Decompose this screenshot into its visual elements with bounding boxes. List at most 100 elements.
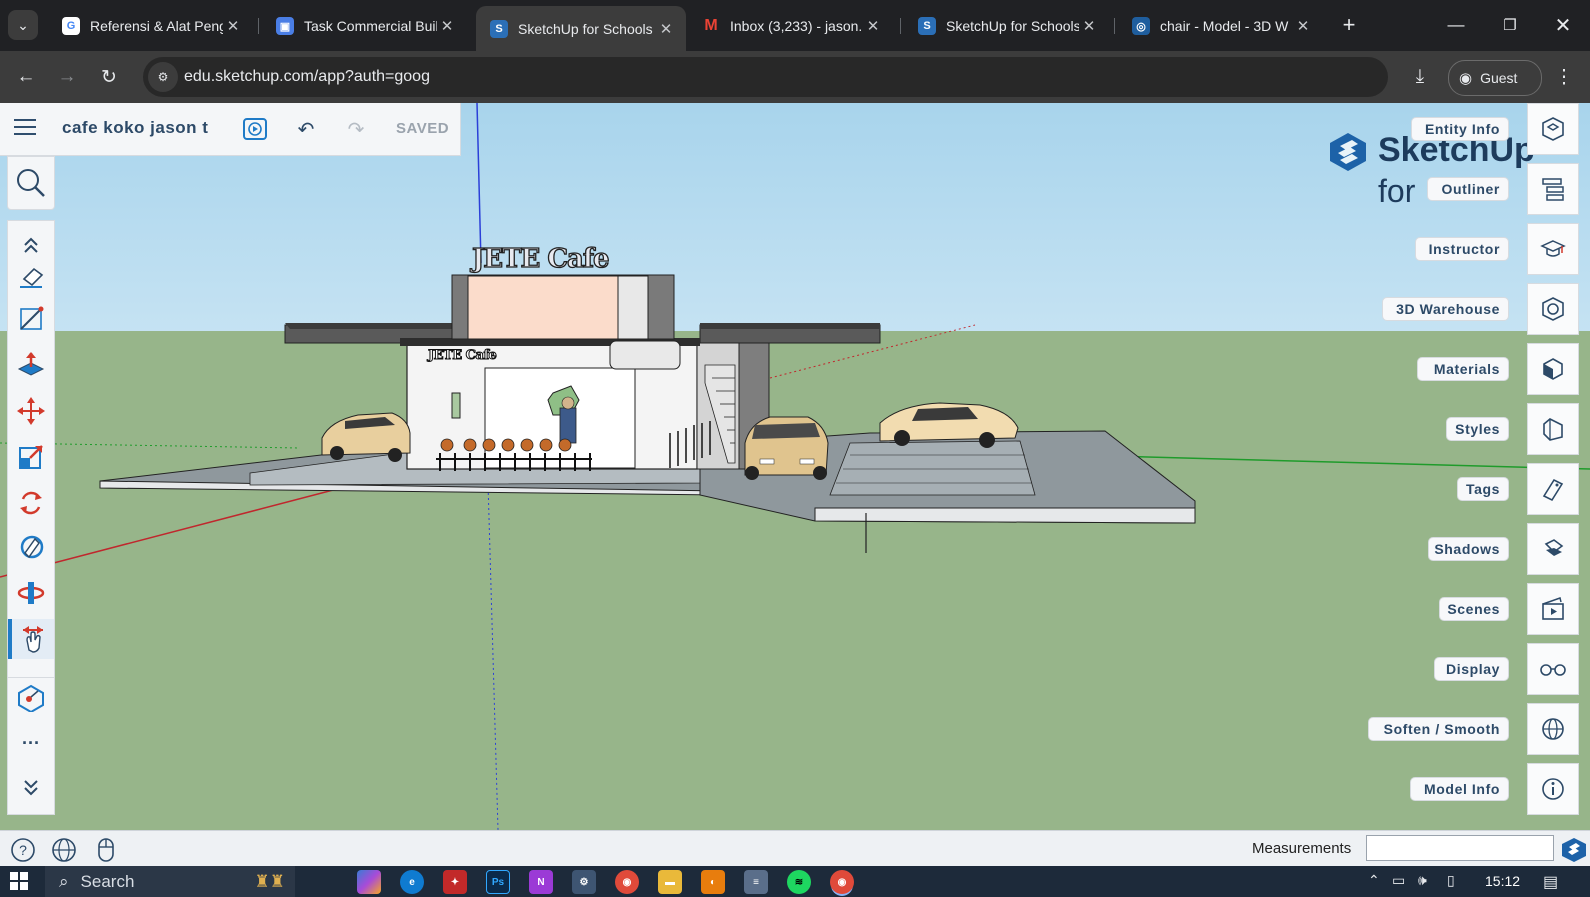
browser-tab[interactable]: ▣ Task Commercial Buil ✕ xyxy=(262,8,467,44)
notepad-icon[interactable]: ≡ xyxy=(744,870,768,894)
back-icon[interactable]: ← xyxy=(11,62,41,92)
browser-tab-active[interactable]: S SketchUp for Schools ✕ xyxy=(476,6,686,51)
site-info-icon[interactable]: ⚙ xyxy=(148,62,178,92)
line-tool-icon[interactable] xyxy=(8,299,54,339)
hamburger-menu-icon[interactable] xyxy=(14,119,36,137)
model-scene xyxy=(0,103,1590,830)
push-pull-icon[interactable] xyxy=(8,345,54,385)
entity-info-icon[interactable] xyxy=(1527,103,1579,155)
edge-icon[interactable]: e xyxy=(400,870,424,894)
address-bar[interactable]: ⚙ edu.sketchup.com/app?auth=goog xyxy=(143,57,1388,97)
model-info-icon[interactable] xyxy=(1527,763,1579,815)
materials-icon[interactable] xyxy=(1527,343,1579,395)
app-icon[interactable]: ✦ xyxy=(443,870,467,894)
instructor-icon[interactable] xyxy=(1527,223,1579,275)
sketchup-icon: S xyxy=(918,17,936,35)
expand-down-icon[interactable] xyxy=(8,767,54,807)
panel-label-scenes[interactable]: Scenes xyxy=(1439,597,1509,621)
search-icon: ⌕ xyxy=(59,871,69,891)
browser-tab[interactable]: M Inbox (3,233) - jason. ✕ xyxy=(688,8,893,44)
styles-icon[interactable] xyxy=(1527,403,1579,455)
minimize-icon[interactable]: — xyxy=(1436,10,1476,40)
chrome-icon[interactable]: ◉ xyxy=(615,870,639,894)
panel-label-entity-info[interactable]: Entity Info xyxy=(1411,117,1509,141)
profile-button[interactable]: ◉ Guest xyxy=(1448,60,1542,96)
panel-label-materials[interactable]: Materials xyxy=(1417,357,1509,381)
volume-icon[interactable]: 🕪 xyxy=(1418,872,1427,889)
panel-label-styles[interactable]: Styles xyxy=(1446,417,1509,441)
spotify-icon[interactable]: ≋ xyxy=(787,870,811,894)
tab-close-icon[interactable]: ✕ xyxy=(437,17,457,35)
soften-smooth-icon[interactable] xyxy=(1527,703,1579,755)
model-viewport[interactable]: JETE Cafe JETE Cafe SketchUp for cafe ko… xyxy=(0,103,1590,830)
tray-chevron-icon[interactable]: ⌃ xyxy=(1368,872,1380,889)
browser-menu-icon[interactable]: ⋮ xyxy=(1549,62,1579,92)
browser-tab[interactable]: ◎ chair - Model - 3D W ✕ xyxy=(1118,8,1323,44)
scale-tool-icon[interactable] xyxy=(8,437,54,477)
scenes-icon[interactable] xyxy=(1527,583,1579,635)
more-tools-icon[interactable]: ··· xyxy=(8,723,54,763)
new-tab-button[interactable]: + xyxy=(1329,10,1369,40)
tab-close-icon[interactable]: ✕ xyxy=(1079,17,1099,35)
model-name[interactable]: cafe koko jason t xyxy=(62,118,208,138)
file-explorer-icon[interactable]: ▬ xyxy=(658,870,682,894)
tab-search-chevron-icon[interactable]: ⌄ xyxy=(8,10,38,40)
tape-measure-icon[interactable] xyxy=(8,677,54,718)
copilot-icon[interactable] xyxy=(357,870,381,894)
3d-warehouse-icon: ◎ xyxy=(1132,17,1150,35)
outliner-icon[interactable] xyxy=(1527,163,1579,215)
car-center xyxy=(744,416,829,480)
undo-icon[interactable]: ↶ xyxy=(292,116,320,142)
notification-icon[interactable]: ▤ xyxy=(1543,872,1558,892)
globe-icon[interactable] xyxy=(50,836,78,864)
battery-icon[interactable]: ▯ xyxy=(1447,872,1455,889)
onenote-icon[interactable]: N xyxy=(529,870,553,894)
tab-close-icon[interactable]: ✕ xyxy=(223,17,243,35)
search-tool-button[interactable] xyxy=(7,156,55,210)
browser-tab[interactable]: S SketchUp for Schools ✕ xyxy=(904,8,1109,44)
photoshop-icon[interactable]: Ps xyxy=(486,870,510,894)
orbit-tool-icon[interactable] xyxy=(8,573,54,613)
blender-icon[interactable]: ◐ xyxy=(701,870,725,894)
panel-label-soften-smooth[interactable]: Soften / Smooth xyxy=(1368,717,1509,741)
settings-icon[interactable]: ⚙ xyxy=(572,870,596,894)
cafe-sign-facade: JETE Cafe xyxy=(427,348,497,364)
shadows-icon[interactable] xyxy=(1527,523,1579,575)
panel-label-outliner[interactable]: Outliner xyxy=(1427,177,1509,201)
chrome-active-icon[interactable]: ◉ xyxy=(830,870,854,894)
display-icon[interactable] xyxy=(1527,643,1579,695)
tab-title: Inbox (3,233) - jason. xyxy=(730,18,863,34)
reload-icon[interactable]: ↻ xyxy=(94,62,124,92)
presentation-play-icon[interactable] xyxy=(241,116,269,142)
panel-label-tags[interactable]: Tags xyxy=(1457,477,1509,501)
cafe-sign-rooftop: JETE Cafe xyxy=(471,243,610,274)
help-icon[interactable]: ? xyxy=(9,836,37,864)
restore-icon[interactable]: ❐ xyxy=(1490,10,1530,40)
tab-close-icon[interactable]: ✕ xyxy=(656,20,676,38)
tab-close-icon[interactable]: ✕ xyxy=(1293,17,1313,35)
windows-start-icon[interactable] xyxy=(10,872,28,890)
network-icon[interactable]: ▭ xyxy=(1392,872,1405,889)
rotate-tool-icon[interactable] xyxy=(8,483,54,523)
close-window-icon[interactable]: ✕ xyxy=(1543,10,1583,40)
measurements-input[interactable] xyxy=(1366,835,1554,861)
panel-label-model-info[interactable]: Model Info xyxy=(1410,777,1509,801)
browser-tab[interactable]: G Referensi & Alat Peng ✕ xyxy=(48,8,253,44)
paint-bucket-icon[interactable] xyxy=(8,527,54,567)
panel-label-instructor[interactable]: Instructor xyxy=(1415,237,1509,261)
redo-icon[interactable]: ↷ xyxy=(342,116,370,142)
move-tool-icon[interactable] xyxy=(8,391,54,431)
eraser-icon[interactable] xyxy=(8,257,54,297)
pan-tool-icon[interactable] xyxy=(8,619,54,659)
panel-label-display[interactable]: Display xyxy=(1434,657,1509,681)
mouse-icon[interactable] xyxy=(92,836,120,864)
download-icon[interactable]: ⤓ xyxy=(1405,62,1435,92)
3d-warehouse-icon[interactable] xyxy=(1527,283,1579,335)
tags-icon[interactable] xyxy=(1527,463,1579,515)
panel-label-shadows[interactable]: Shadows xyxy=(1428,537,1509,561)
forward-icon[interactable]: → xyxy=(52,62,82,92)
panel-label-3d-warehouse[interactable]: 3D Warehouse xyxy=(1382,297,1509,321)
tab-close-icon[interactable]: ✕ xyxy=(863,17,883,35)
tab-title: chair - Model - 3D W xyxy=(1160,18,1289,34)
taskbar-search[interactable]: ⌕ Search ♜♜ xyxy=(45,866,295,897)
